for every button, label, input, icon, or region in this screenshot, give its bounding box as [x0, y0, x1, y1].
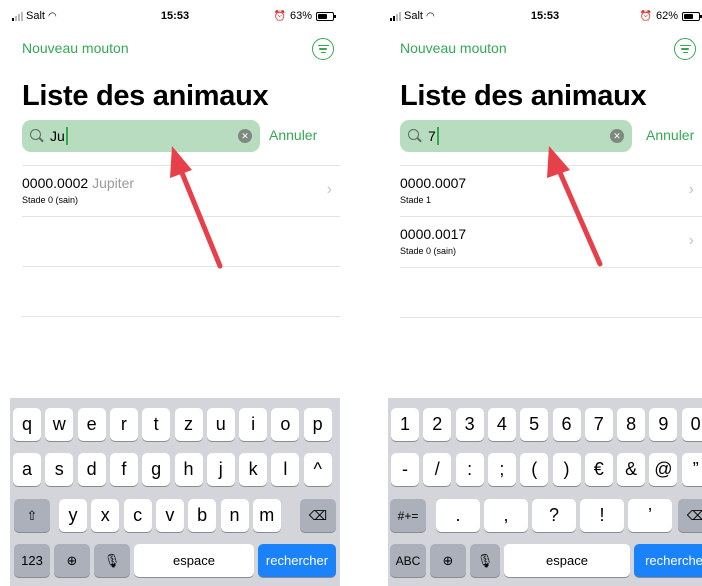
key-0[interactable]: 1 — [391, 408, 419, 441]
key-1[interactable]: s — [45, 453, 74, 486]
phone-screen-left: Salt ◠ 15:53 ⏰ 63% Nouveau mouton Liste … — [10, 0, 340, 586]
key-9[interactable]: ” — [681, 453, 702, 486]
key-6[interactable]: u — [206, 408, 235, 441]
key-8[interactable]: o — [271, 408, 300, 441]
space-key[interactable]: espace — [134, 544, 254, 577]
key-n[interactable]: n — [220, 499, 249, 532]
key-7[interactable]: i — [239, 408, 268, 441]
key-4[interactable]: g — [142, 453, 171, 486]
microphone-icon[interactable]: 🎙 — [94, 544, 130, 577]
key-9[interactable]: p — [303, 408, 332, 441]
key-m[interactable]: m — [252, 499, 281, 532]
key-1[interactable]: / — [423, 453, 452, 486]
key-9[interactable]: 0 — [681, 408, 702, 441]
key-5[interactable]: 6 — [552, 408, 581, 441]
key-punct-3[interactable]: ! — [580, 499, 624, 532]
key-2[interactable]: 3 — [455, 408, 484, 441]
key-5[interactable]: z — [174, 408, 203, 441]
key-2[interactable]: d — [77, 453, 106, 486]
mode-switch-key[interactable]: 123 — [14, 544, 50, 577]
key-punct-0[interactable]: . — [436, 499, 480, 532]
key-8[interactable]: @ — [649, 453, 678, 486]
search-key[interactable]: recherche — [634, 544, 702, 577]
key-punct-4[interactable]: ’ — [628, 499, 672, 532]
key-0[interactable]: q — [13, 408, 41, 441]
key-v[interactable]: v — [155, 499, 184, 532]
key-1[interactable]: w — [45, 408, 74, 441]
key-punct-2[interactable]: ? — [532, 499, 576, 532]
key-2[interactable]: : — [455, 453, 484, 486]
search-key[interactable]: rechercher — [258, 544, 336, 577]
key-x[interactable]: x — [91, 499, 120, 532]
phone-screen-right: Salt ◠ 15:53 ⏰ 62% Nouveau mouton Liste … — [388, 0, 702, 586]
key-punct-1[interactable]: , — [484, 499, 528, 532]
red-annotation-arrow — [170, 146, 223, 269]
key-2[interactable]: e — [77, 408, 106, 441]
empty-row — [22, 316, 340, 366]
globe-icon[interactable]: ⊕ — [430, 544, 466, 577]
key-8[interactable]: 9 — [649, 408, 678, 441]
key-c[interactable]: c — [123, 499, 152, 532]
key-y[interactable]: y — [59, 499, 87, 532]
shift-key[interactable]: ⇧ — [14, 499, 50, 532]
key-8[interactable]: l — [271, 453, 300, 486]
key-6[interactable]: j — [206, 453, 235, 486]
keyboard: qwertzuiop a s d f g h j k l ^ ⇧ ⌫ yxcvbnm 123 ⊕ … — [10, 398, 340, 586]
space-key[interactable]: espace — [504, 544, 630, 577]
key-6[interactable]: € — [584, 453, 613, 486]
key-3[interactable]: f — [109, 453, 138, 486]
key-9[interactable]: ^ — [303, 453, 332, 486]
key-1[interactable]: 2 — [423, 408, 452, 441]
key-5[interactable]: ) — [552, 453, 581, 486]
empty-row — [400, 317, 702, 367]
key-3[interactable]: r — [109, 408, 138, 441]
key-4[interactable]: ( — [520, 453, 549, 486]
key-4[interactable]: 5 — [520, 408, 549, 441]
key-0[interactable]: a — [13, 453, 41, 486]
mode-switch-key[interactable]: ABC — [390, 544, 426, 577]
key-b[interactable]: b — [188, 499, 217, 532]
backspace-key[interactable]: ⌫ — [300, 499, 336, 532]
key-7[interactable]: 8 — [617, 408, 646, 441]
key-4[interactable]: t — [142, 408, 171, 441]
keyboard: 1234567890 - /:;() € & @” #+= ⌫ .,?!’ ABC ⊕ … — [388, 398, 702, 586]
key-6[interactable]: 7 — [584, 408, 613, 441]
key-7[interactable]: k — [239, 453, 268, 486]
symbols-key[interactable]: #+= — [390, 499, 426, 532]
key-5[interactable]: h — [174, 453, 203, 486]
microphone-icon[interactable]: 🎙 — [470, 544, 500, 577]
key-3[interactable]: ; — [487, 453, 516, 486]
key-0[interactable]: - — [391, 453, 419, 486]
key-7[interactable]: & — [617, 453, 646, 486]
globe-icon[interactable]: ⊕ — [54, 544, 90, 577]
backspace-key[interactable]: ⌫ — [678, 499, 702, 532]
key-3[interactable]: 4 — [487, 408, 516, 441]
red-annotation-arrow — [547, 146, 603, 267]
